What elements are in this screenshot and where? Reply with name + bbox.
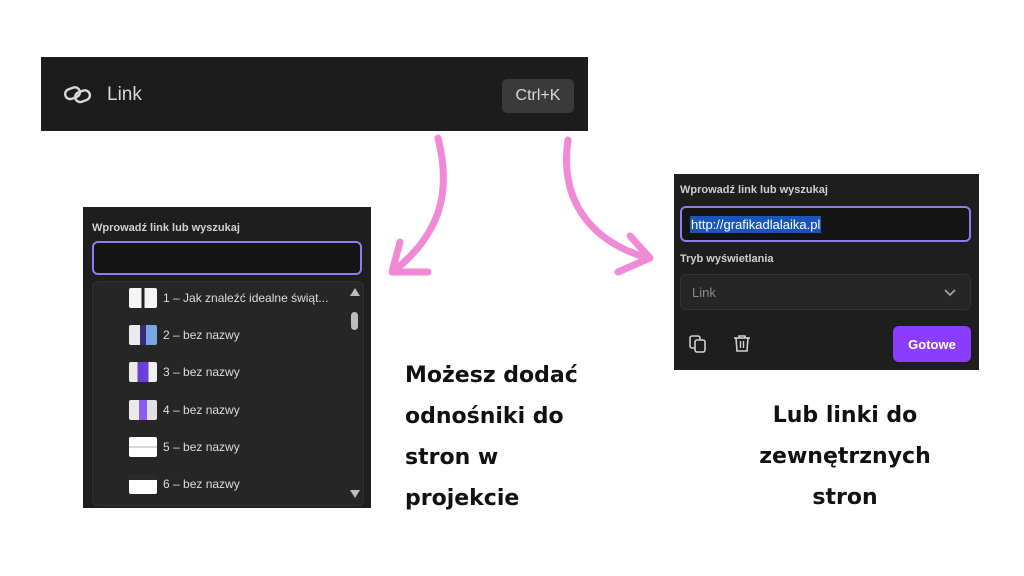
link-label: Link	[107, 84, 142, 105]
link-search-panel: Wprowadź link lub wyszukaj 1 – Jak znale…	[83, 207, 371, 508]
trash-icon[interactable]	[732, 333, 752, 353]
scroll-up-arrow-icon[interactable]	[350, 288, 360, 296]
page-thumbnail	[129, 362, 157, 382]
page-name: 1 – Jak znaleźć idealne świąt...	[163, 291, 329, 305]
list-item[interactable]: 5 – bez nazwy	[129, 435, 240, 459]
page-name: 3 – bez nazwy	[163, 365, 240, 379]
link-input-label: Wprowadź link lub wyszukaj	[92, 222, 240, 234]
external-link-panel: Wprowadź link lub wyszukaj http://grafik…	[674, 174, 979, 370]
caption-line: Lub linki do	[772, 403, 918, 428]
page-list: 1 – Jak znaleźć idealne świąt... 2 – bez…	[92, 281, 364, 506]
caption-external-links: Lub linki do zewnętrznych stron	[745, 395, 945, 518]
caption-line: stron	[812, 485, 878, 510]
link-menu-item[interactable]: Link Ctrl+K	[41, 57, 588, 131]
list-item[interactable]: 3 – bez nazwy	[129, 360, 240, 384]
page-thumbnail	[129, 400, 157, 420]
display-mode-label: Tryb wyświetlania	[680, 253, 774, 265]
page-name: 2 – bez nazwy	[163, 328, 240, 342]
chevron-down-icon	[944, 289, 956, 297]
page-thumbnail	[129, 288, 157, 308]
link-input-label: Wprowadź link lub wyszukaj	[680, 184, 828, 196]
list-item[interactable]: 1 – Jak znaleźć idealne świąt...	[129, 286, 328, 310]
caption-line: odnośniki do	[405, 404, 564, 429]
caption-line: Możesz dodać	[405, 363, 578, 388]
page-thumbnail	[129, 474, 157, 494]
scroll-thumb[interactable]	[351, 312, 358, 330]
list-item[interactable]: 4 – bez nazwy	[129, 398, 240, 422]
caption-line: stron w	[405, 445, 499, 470]
page-name: 5 – bez nazwy	[163, 440, 240, 454]
list-scrollbar[interactable]	[349, 288, 360, 498]
display-mode-value: Link	[692, 285, 716, 300]
link-search-input[interactable]	[92, 241, 362, 275]
link-icon	[63, 86, 92, 104]
scroll-down-arrow-icon[interactable]	[350, 490, 360, 498]
done-button[interactable]: Gotowe	[893, 326, 971, 362]
copy-icon[interactable]	[688, 334, 708, 354]
list-item[interactable]: 2 – bez nazwy	[129, 323, 240, 347]
page-thumbnail	[129, 437, 157, 457]
arrow-right-icon	[563, 136, 654, 276]
display-mode-select[interactable]: Link	[680, 274, 971, 310]
url-input[interactable]: http://grafikadlalaika.pl	[680, 206, 971, 242]
arrow-left-icon	[388, 134, 447, 276]
page-thumbnail	[129, 325, 157, 345]
page-name: 4 – bez nazwy	[163, 403, 240, 417]
caption-internal-links: Możesz dodać odnośniki do stron w projek…	[405, 355, 605, 519]
caption-line: zewnętrznych	[759, 444, 931, 469]
shortcut-badge: Ctrl+K	[502, 79, 574, 113]
page-name: 6 – bez nazwy	[163, 477, 240, 491]
list-item[interactable]: 6 – bez nazwy	[129, 472, 240, 496]
caption-line: projekcie	[405, 486, 520, 511]
url-value: http://grafikadlalaika.pl	[690, 215, 822, 233]
